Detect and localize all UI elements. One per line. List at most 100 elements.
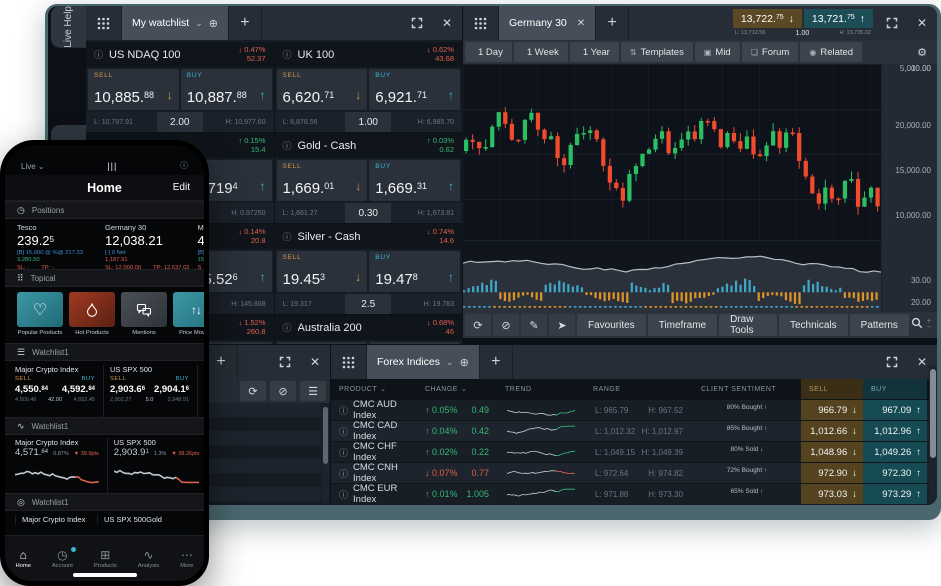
candlestick-plot[interactable] (463, 64, 881, 240)
instrument-name-row[interactable]: ⓘ UK 100 0.62% 43.68 (275, 42, 463, 67)
watchlist1-section-header[interactable]: ☰ Watchlist1 (5, 343, 204, 361)
table-row[interactable]: ⓘ CMC CHF Index 0.02% 0.22 L: 1,049.15 (331, 441, 937, 462)
add-tab-button[interactable]: + (204, 345, 238, 379)
price-movers-card[interactable]: ↑↓ Price Movers (173, 292, 204, 343)
instrument-name[interactable]: Gold (146, 515, 162, 524)
topical-section-header[interactable]: ⠿ Topical (5, 269, 204, 287)
quote-column[interactable]: Major Crypto Index SELLBUY 4,550.84 4,59… (15, 365, 95, 417)
chart-tool-button[interactable]: Patterns (850, 314, 909, 336)
watchlist3-section-header[interactable]: ◎ Watchlist1 (5, 493, 204, 511)
column-header-sell[interactable]: SELL (801, 379, 863, 399)
add-tab-button[interactable]: + (479, 345, 513, 379)
sell-button[interactable]: 1,012.66↓ (801, 421, 863, 441)
chart-tool-icon[interactable]: ⊘ (493, 314, 519, 336)
watchlist2-section-header[interactable]: ∿ Watchlist1 (5, 417, 204, 435)
menu-bars-icon[interactable]: ||| (45, 161, 180, 171)
chart-toolbar-button[interactable]: 1 Week (514, 42, 568, 62)
indicator-subplot[interactable] (463, 240, 881, 312)
hot-products-card[interactable]: Hot Products (69, 292, 115, 343)
gear-icon[interactable]: ⚙ (909, 40, 935, 64)
column-header-buy[interactable]: BUY (863, 379, 927, 399)
header-sell-button[interactable]: 13,722.75 ↓ (733, 9, 802, 28)
side-tab[interactable]: Live Help (51, 6, 86, 48)
add-tab-button[interactable]: + (228, 6, 262, 40)
info-icon[interactable]: ⓘ (339, 425, 348, 438)
info-icon[interactable]: ⓘ (180, 160, 188, 171)
list-view-icon[interactable]: ☰ (300, 381, 326, 401)
buy-button[interactable]: 972.30↑ (863, 463, 927, 483)
position-card[interactable]: Tesco 239.25 [B] 15,000 @ %@ 217.33 3,28… (17, 223, 97, 269)
expand-icon[interactable] (877, 345, 907, 379)
sell-button[interactable]: SELL 6,620.71 ↓ (277, 69, 368, 110)
sell-button[interactable]: SELL 1,669.01 ↓ (277, 160, 368, 201)
quote-column[interactable]: US SPX 500 SELLBUY 2,903.66 2,904.16 2,9… (103, 365, 189, 417)
column-header-sentiment[interactable]: CLIENT SENTIMENT (693, 379, 801, 399)
watchlist-tab[interactable]: My watchlist ⌄ ⊕ (122, 6, 228, 40)
quote-column[interactable]: Gold SELLBUY 1,49 1,474.39 (197, 365, 204, 417)
zoom-in-icon[interactable]: ⊕ (209, 17, 218, 30)
buy-button[interactable]: BUY 6,921.71 ↑ (369, 69, 460, 110)
column-header-change[interactable]: CHANGE⌄ (417, 379, 497, 399)
chart-toolbar-button[interactable]: ◉ Related (800, 42, 862, 62)
info-icon[interactable]: ⓘ (283, 321, 292, 334)
zoom-in-icon[interactable]: ⊕ (460, 356, 469, 369)
refresh-icon[interactable]: ⟳ (240, 381, 266, 401)
buy-button[interactable]: 967.09↑ (863, 400, 927, 420)
apps-grid-icon[interactable] (463, 6, 499, 40)
popular-products-card[interactable]: ♡ Popular Products (17, 292, 63, 343)
disable-icon[interactable]: ⊘ (270, 381, 296, 401)
chart-tool-button[interactable]: Favourites (577, 314, 646, 336)
sell-button[interactable]: 972.90↓ (801, 463, 863, 483)
chart-toolbar-button[interactable]: ❏ Forum (742, 42, 799, 62)
chart-tool-icon[interactable]: ➤ (549, 314, 575, 336)
expand-icon[interactable] (270, 345, 300, 379)
close-icon[interactable]: ✕ (300, 345, 330, 379)
header-buy-button[interactable]: 13,721.75 ↑ (804, 9, 873, 28)
nav-item[interactable]: ∿ Analysis (138, 549, 160, 569)
close-icon[interactable]: ✕ (432, 6, 462, 40)
close-tab-icon[interactable]: ✕ (577, 18, 585, 29)
expand-icon[interactable] (877, 6, 907, 40)
chart-tool-icon[interactable]: ✎ (521, 314, 547, 336)
zoom-stepper[interactable]: +− (927, 319, 931, 332)
mentions-card[interactable]: Mentions (121, 292, 167, 343)
chart-toolbar-button[interactable]: 1 Year (570, 42, 619, 62)
price-axis[interactable]: 20,000.0015,000.0010,000.005,000.00 30.0… (881, 64, 937, 312)
chart-toolbar-button[interactable]: 1 Day (465, 42, 512, 62)
expand-icon[interactable] (402, 6, 432, 40)
nav-item[interactable]: ⊞ Products (94, 549, 117, 569)
position-card[interactable]: Maj 4, [B] 5 151 S (198, 223, 204, 269)
buy-button[interactable]: 1,012.96↑ (863, 421, 927, 441)
sell-button[interactable]: 973.03↓ (801, 484, 863, 504)
buy-button[interactable]: 973.29↑ (863, 484, 927, 504)
mover-column[interactable]: US SPX 500 2,903.91 1.3% ▼ 38.26pts (107, 438, 200, 493)
info-icon[interactable]: ⓘ (339, 446, 348, 459)
chart-tool-icon[interactable]: ⟳ (465, 314, 491, 336)
buy-button[interactable]: BUY ↑ (369, 342, 460, 344)
apps-grid-icon[interactable] (86, 6, 122, 40)
instrument-name-row[interactable]: ⓘ Gold - Cash 0.03% 0.62 (275, 133, 463, 158)
add-tab-button[interactable]: + (595, 6, 629, 40)
table-row[interactable]: ⓘ CMC CAD Index 0.04% 0.42 L: 1,012.32 (331, 420, 937, 441)
mover-column[interactable]: Major Crypto Index 4,571.84 0.87% ▼ 39.9… (15, 438, 99, 493)
scrollbar[interactable] (322, 405, 329, 504)
positions-section-header[interactable]: ◷ Positions (5, 201, 204, 219)
info-icon[interactable]: ⓘ (94, 48, 103, 61)
instrument-name-row[interactable]: ⓘ Australia 200 0.68% 46 (275, 315, 463, 340)
chart-toolbar-button[interactable]: ⇅ Templates (621, 42, 693, 62)
info-icon[interactable]: ⓘ (339, 404, 348, 417)
instrument-name[interactable]: Major Crypto Index (15, 515, 97, 524)
sell-button[interactable]: SELL 19.453 ↓ (277, 251, 368, 292)
table-row[interactable]: ⓘ CMC AUD Index 0.05% 0.49 L: 965.79 (331, 399, 937, 420)
chart-tab[interactable]: Germany 30 ✕ (499, 6, 595, 40)
sell-button[interactable]: 1,048.96↓ (801, 442, 863, 462)
table-row[interactable]: ⓘ CMC EUR Index 0.01% 1.005 L: 971.88 (331, 483, 937, 504)
buy-button[interactable]: 1,049.26↑ (863, 442, 927, 462)
column-header-trend[interactable]: TREND (497, 379, 585, 399)
column-header-range[interactable]: RANGE (585, 379, 693, 399)
chart-tool-button[interactable]: Technicals (779, 314, 848, 336)
chart-area[interactable]: 20,000.0015,000.0010,000.005,000.00 30.0… (463, 64, 937, 312)
info-icon[interactable]: ⓘ (283, 139, 292, 152)
nav-item[interactable]: ◷ Account (52, 549, 73, 569)
buy-button[interactable]: BUY 10,887.88 ↑ (181, 69, 272, 110)
